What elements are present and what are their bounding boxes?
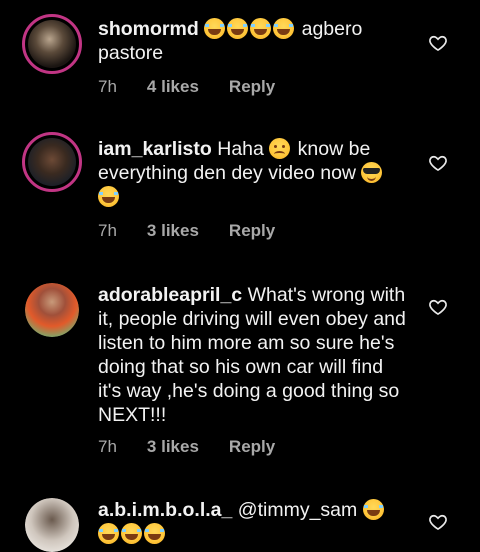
face-with-tears-of-joy-icon xyxy=(273,18,295,39)
comment-meta: 7h 3 likes Reply xyxy=(98,437,305,457)
face-with-tears-of-joy-icon xyxy=(250,18,272,39)
comment-likes[interactable]: 4 likes xyxy=(147,77,199,97)
avatar-image xyxy=(28,138,76,186)
reply-button[interactable]: Reply xyxy=(229,77,275,97)
comment-meta: 7h 4 likes Reply xyxy=(98,77,305,97)
comment-body: a.b.i.m.b.o.l.a_ @timmy_sam xyxy=(98,498,410,546)
smiling-face-with-sunglasses-icon xyxy=(361,162,383,183)
heart-icon[interactable] xyxy=(428,297,448,317)
avatar[interactable] xyxy=(22,132,82,192)
face-with-tears-of-joy-icon xyxy=(98,523,119,544)
comment-username[interactable]: a.b.i.m.b.o.l.a_ xyxy=(98,499,232,521)
face-with-tears-of-joy-icon xyxy=(98,186,119,207)
comment-likes[interactable]: 3 likes xyxy=(147,437,199,457)
heart-icon[interactable] xyxy=(428,153,448,173)
comment-username[interactable]: adorableapril_c xyxy=(98,284,242,306)
comment-body: shomormd agbero pastore xyxy=(98,17,410,65)
face-with-tears-of-joy-icon xyxy=(144,523,165,544)
comment-time: 7h xyxy=(98,77,117,96)
comment-body: adorableapril_c What's wrong with it, pe… xyxy=(98,283,410,427)
reply-button[interactable]: Reply xyxy=(229,437,275,457)
reply-button[interactable]: Reply xyxy=(229,221,275,241)
heart-icon[interactable] xyxy=(428,512,448,532)
avatar[interactable] xyxy=(22,14,82,74)
face-with-tears-of-joy-icon xyxy=(121,523,142,544)
comment-username[interactable]: iam_karlisto xyxy=(98,138,212,160)
face-with-tears-of-joy-icon xyxy=(227,18,249,39)
comment-text: Haha xyxy=(211,138,270,160)
avatar[interactable] xyxy=(25,283,79,337)
comment-body: iam_karlisto Haha know be everything den… xyxy=(98,137,410,209)
comment-username[interactable]: shomormd xyxy=(98,18,199,40)
comment-meta: 7h 3 likes Reply xyxy=(98,221,305,241)
avatar-image xyxy=(25,283,79,337)
comment-likes[interactable]: 3 likes xyxy=(147,221,199,241)
avatar-image xyxy=(28,20,76,68)
comment-text: @timmy_sam xyxy=(232,499,363,521)
avatar-image xyxy=(25,498,79,552)
comment-time: 7h xyxy=(98,221,117,240)
heart-icon[interactable] xyxy=(428,33,448,53)
disappointed-face-icon xyxy=(269,138,291,159)
face-with-tears-of-joy-icon xyxy=(362,499,384,520)
avatar[interactable] xyxy=(25,498,79,552)
face-with-tears-of-joy-icon xyxy=(204,18,226,39)
comment-time: 7h xyxy=(98,437,117,456)
